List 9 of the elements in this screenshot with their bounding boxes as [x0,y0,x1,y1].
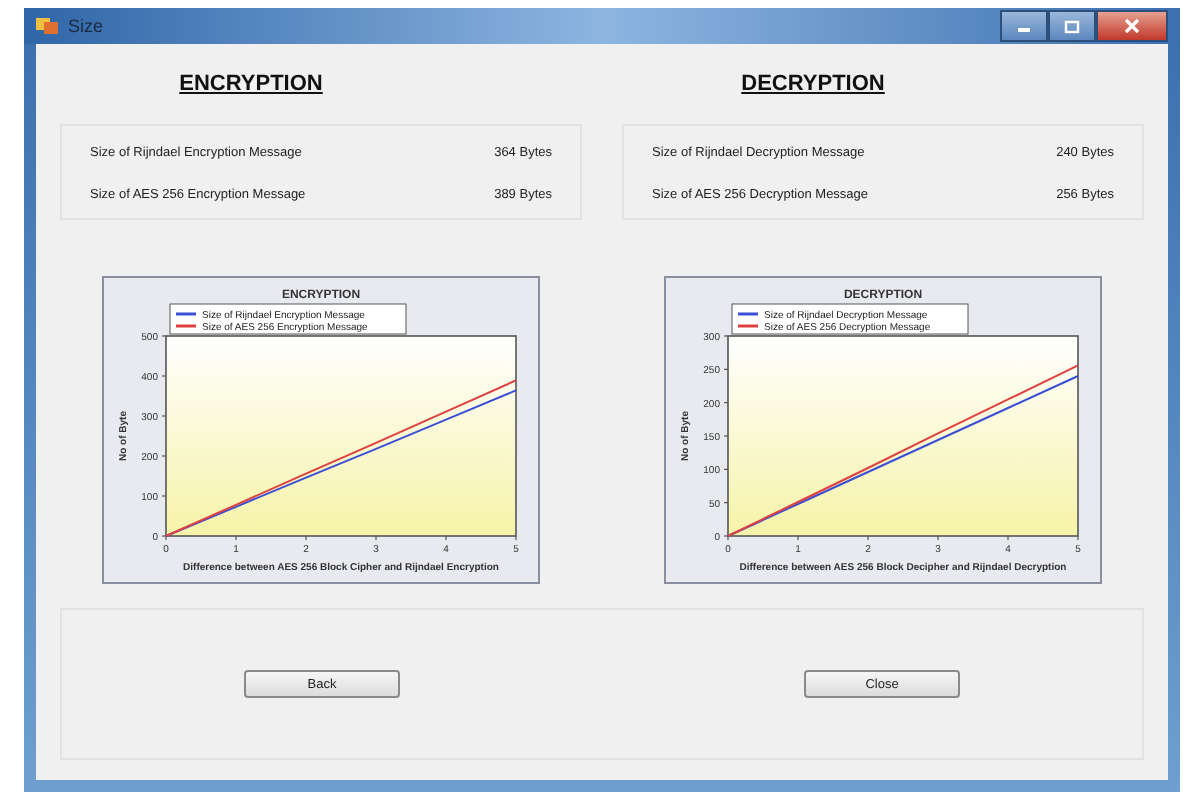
close-button[interactable] [1096,10,1168,42]
section-heading: DECRYPTION [741,72,885,96]
maximize-icon [1064,19,1080,33]
minimize-button[interactable] [1000,10,1048,42]
app-icon [36,16,60,36]
maximize-button[interactable] [1048,10,1096,42]
close-icon [1124,18,1140,34]
window-title: Size [68,16,104,36]
section-heading: ENCRYPTION [179,72,323,96]
